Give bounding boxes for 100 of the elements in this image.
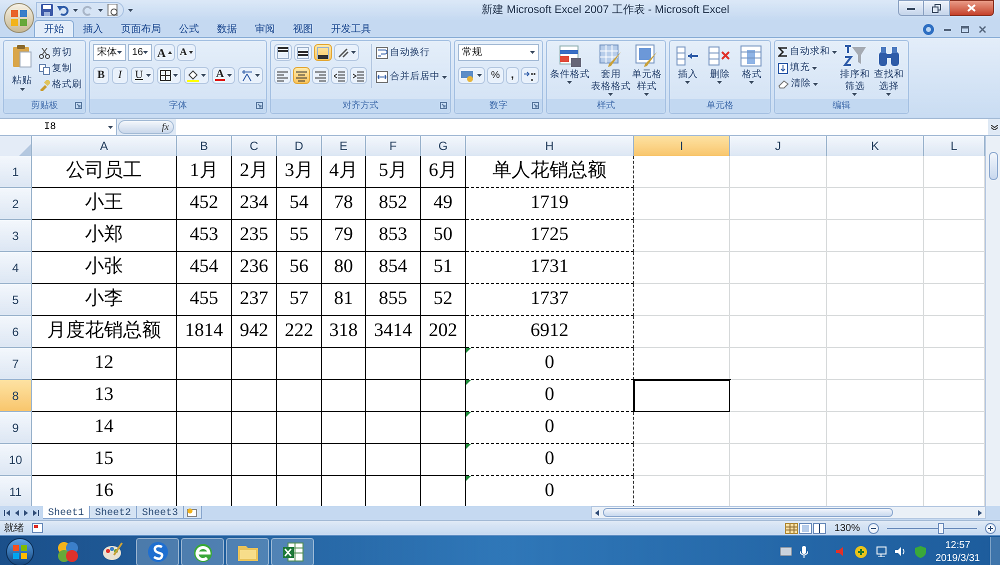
table-cell[interactable]: 454 xyxy=(177,252,232,284)
table-cell[interactable]: 51 xyxy=(421,252,466,284)
ribbon-button[interactable]: 自动换行 xyxy=(376,45,447,61)
table-cell[interactable] xyxy=(177,380,232,412)
ribbon-tab[interactable]: 审阅 xyxy=(246,21,284,37)
table-cell[interactable] xyxy=(366,380,421,412)
table-cell[interactable] xyxy=(277,348,322,380)
table-cell[interactable]: 236 xyxy=(232,252,277,284)
column-header[interactable]: K xyxy=(827,136,924,156)
taskbar-app[interactable] xyxy=(136,538,179,565)
row-header[interactable]: 11 xyxy=(0,476,32,506)
formula-field[interactable] xyxy=(176,119,988,135)
align-button[interactable] xyxy=(312,67,329,84)
row-header[interactable]: 1 xyxy=(0,156,32,188)
table-cell[interactable]: 234 xyxy=(232,188,277,220)
table-cell[interactable]: 1814 xyxy=(177,316,232,348)
ribbon-button[interactable]: 套用 表格格式 xyxy=(590,44,631,96)
start-button[interactable] xyxy=(6,538,34,565)
table-cell[interactable]: 202 xyxy=(421,316,466,348)
taskbar-app[interactable] xyxy=(181,538,224,565)
ribbon-button[interactable]: 插入 xyxy=(672,44,703,84)
row-header[interactable]: 4 xyxy=(0,252,32,284)
table-cell[interactable]: 55 xyxy=(277,220,322,252)
table-cell[interactable]: 3414 xyxy=(366,316,421,348)
italic-button[interactable]: I xyxy=(112,67,128,84)
ribbon-button[interactable]: 填充 xyxy=(778,60,810,76)
table-cell[interactable] xyxy=(366,444,421,476)
font-color-button[interactable]: A xyxy=(212,67,235,84)
table-cell[interactable]: 222 xyxy=(277,316,322,348)
table-cell[interactable]: 0 xyxy=(466,444,634,476)
table-cell[interactable]: 小郑 xyxy=(32,220,177,252)
column-header[interactable]: C xyxy=(232,136,277,156)
table-cell[interactable]: 455 xyxy=(177,284,232,316)
align-button[interactable] xyxy=(314,44,332,61)
table-cell[interactable]: 1月 xyxy=(177,156,232,188)
table-cell[interactable]: 15 xyxy=(32,444,177,476)
align-button[interactable] xyxy=(294,44,312,61)
table-cell[interactable] xyxy=(421,444,466,476)
align-button[interactable] xyxy=(274,44,292,61)
table-cell[interactable] xyxy=(421,380,466,412)
table-cell[interactable]: 2月 xyxy=(232,156,277,188)
phonetic-guide-button[interactable] xyxy=(238,67,263,84)
column-header[interactable]: J xyxy=(730,136,827,156)
row-header[interactable]: 6 xyxy=(0,316,32,348)
column-header[interactable]: D xyxy=(277,136,322,156)
ribbon-tab[interactable]: 开发工具 xyxy=(322,21,380,37)
table-cell[interactable]: 49 xyxy=(421,188,466,220)
column-header[interactable]: G xyxy=(421,136,466,156)
column-header[interactable]: E xyxy=(322,136,366,156)
table-cell[interactable]: 1737 xyxy=(466,284,634,316)
table-cell[interactable] xyxy=(177,348,232,380)
table-cell[interactable]: 50 xyxy=(421,220,466,252)
table-cell[interactable]: 13 xyxy=(32,380,177,412)
table-cell[interactable]: 81 xyxy=(322,284,366,316)
ribbon-button[interactable]: 自动求和 xyxy=(778,44,830,60)
table-cell[interactable] xyxy=(421,412,466,444)
comma-button[interactable]: , xyxy=(506,67,519,84)
table-cell[interactable] xyxy=(277,380,322,412)
ribbon-button[interactable]: 清除 xyxy=(778,76,811,92)
ribbon-button[interactable]: 删除 xyxy=(704,44,735,84)
row-header[interactable]: 2 xyxy=(0,188,32,220)
ribbon-button[interactable]: 剪切 xyxy=(39,45,82,61)
ribbon-tab[interactable]: 数据 xyxy=(208,21,246,37)
save-icon[interactable] xyxy=(41,4,53,16)
column-header[interactable]: F xyxy=(366,136,421,156)
taskbar-app[interactable] xyxy=(226,538,269,565)
decimal-button[interactable] xyxy=(520,67,539,84)
table-cell[interactable]: 12 xyxy=(32,348,177,380)
table-cell[interactable] xyxy=(322,348,366,380)
paste-button[interactable]: 粘贴 xyxy=(7,44,37,92)
align-button[interactable] xyxy=(274,67,291,84)
indent-button[interactable] xyxy=(350,67,367,84)
vertical-scrollbar[interactable] xyxy=(985,136,1000,506)
table-cell[interactable]: 4月 xyxy=(322,156,366,188)
ribbon-tab[interactable]: 页面布局 xyxy=(112,21,170,37)
table-cell[interactable]: 453 xyxy=(177,220,232,252)
taskbar-app[interactable] xyxy=(271,538,314,565)
underline-button[interactable]: U xyxy=(131,67,154,84)
table-cell[interactable]: 852 xyxy=(366,188,421,220)
table-cell[interactable] xyxy=(366,412,421,444)
column-header[interactable]: I xyxy=(634,136,730,156)
table-cell[interactable]: 237 xyxy=(232,284,277,316)
row-header[interactable]: 10 xyxy=(0,444,32,476)
table-cell[interactable]: 1719 xyxy=(466,188,634,220)
table-cell[interactable] xyxy=(322,412,366,444)
table-cell[interactable]: 5月 xyxy=(366,156,421,188)
table-cell[interactable]: 0 xyxy=(466,348,634,380)
table-cell[interactable]: 855 xyxy=(366,284,421,316)
table-cell[interactable]: 0 xyxy=(466,380,634,412)
table-cell[interactable]: 452 xyxy=(177,188,232,220)
ribbon-tab[interactable]: 视图 xyxy=(284,21,322,37)
ribbon-tab[interactable]: 开始 xyxy=(34,20,74,37)
table-cell[interactable]: 80 xyxy=(322,252,366,284)
column-header[interactable]: B xyxy=(177,136,232,156)
active-cell[interactable] xyxy=(634,380,730,412)
table-cell[interactable]: 235 xyxy=(232,220,277,252)
font-name-field[interactable]: 宋体 xyxy=(93,44,126,61)
table-cell[interactable]: 54 xyxy=(277,188,322,220)
table-cell[interactable] xyxy=(322,444,366,476)
zoom-level[interactable]: 130% xyxy=(834,520,860,536)
